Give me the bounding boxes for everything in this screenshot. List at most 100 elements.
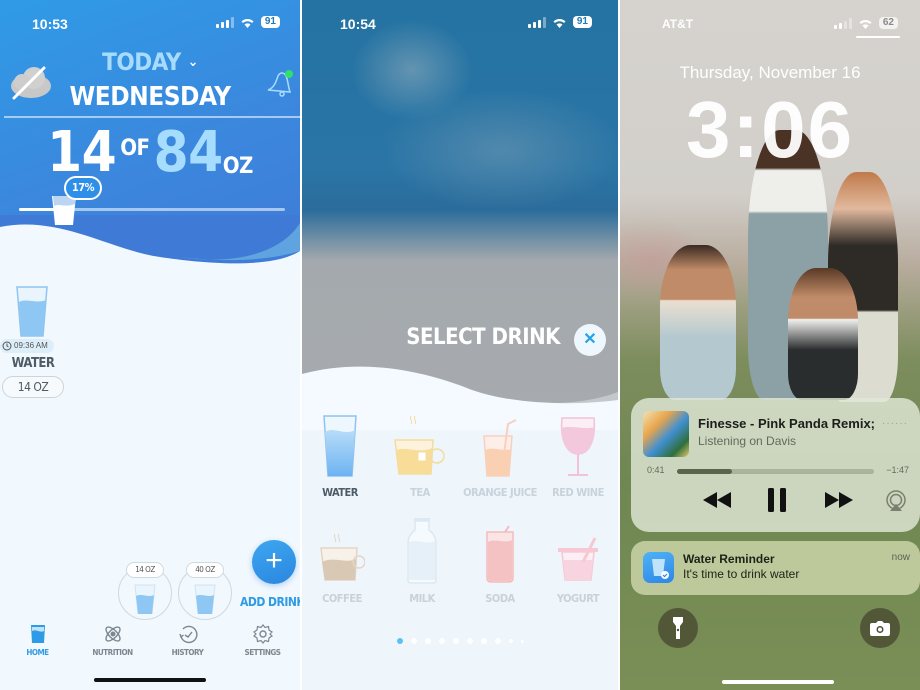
wifi-icon	[553, 18, 566, 28]
control-center-indicator[interactable]	[856, 36, 900, 38]
wifi-icon	[241, 18, 254, 28]
lock-time: 3:06	[685, 85, 855, 174]
unit-label: OZ	[222, 154, 254, 179]
milk-bottle-icon	[407, 518, 437, 584]
clock-icon	[2, 341, 12, 351]
page-dot[interactable]	[424, 638, 431, 644]
page-dot[interactable]	[494, 638, 501, 644]
flashlight-icon	[673, 617, 683, 639]
page-indicator[interactable]	[302, 638, 618, 644]
history-icon	[178, 625, 197, 644]
drink-label: COFFEE	[322, 592, 362, 605]
battery-indicator: 62	[878, 17, 898, 29]
weekday-title: WEDNESDAY	[69, 82, 231, 112]
glass-icon	[194, 584, 216, 614]
photo-figure	[660, 245, 736, 400]
drink-milk[interactable]: MILK	[382, 518, 462, 605]
add-drink-label[interactable]: ADD DRINK	[240, 595, 300, 609]
select-drink-screen: 10:54 91 SELECT DRINK ✕ WATER TEA ORANGE…	[302, 0, 618, 690]
quick-add-40oz[interactable]: 40 OZ	[178, 562, 232, 620]
log-time: 09:36 AM	[14, 341, 48, 350]
home-indicator[interactable]	[722, 680, 834, 684]
water-reminder-notification[interactable]: Water Reminder It's time to drink water …	[631, 541, 920, 595]
close-icon: ✕	[583, 331, 597, 348]
tab-bar: HOME NUTRITION HISTORY SETTINGS	[0, 624, 300, 664]
more-icon[interactable]: ······	[882, 418, 908, 429]
status-time: 10:54	[340, 16, 376, 32]
tab-nutrition[interactable]: NUTRITION	[75, 624, 150, 664]
camera-button[interactable]	[860, 608, 900, 648]
plus-icon: +	[265, 544, 283, 577]
album-art	[643, 411, 689, 457]
reminder-bell-icon[interactable]	[264, 68, 294, 98]
atom-icon	[104, 626, 121, 642]
photo-figure	[788, 268, 858, 400]
quick-add-14oz[interactable]: 14 OZ	[118, 562, 172, 620]
page-dot[interactable]	[466, 638, 473, 644]
close-button[interactable]: ✕	[574, 324, 606, 356]
notification-time: now	[891, 552, 910, 563]
drink-soda[interactable]: SODA	[460, 518, 540, 605]
water-glass-icon	[323, 415, 357, 477]
elapsed-time: 0:41	[647, 465, 665, 475]
page-dot[interactable]	[410, 638, 417, 644]
song-title: Finesse - Pink Panda Remix;	[698, 416, 876, 431]
tab-history[interactable]: HISTORY	[150, 624, 225, 664]
log-amount: 14 OZ	[2, 376, 64, 398]
select-drink-title: SELECT DRINK	[406, 325, 560, 350]
period-selector[interactable]: TODAY ⌄	[0, 48, 300, 76]
goal-amount: 84	[153, 120, 224, 185]
rewind-icon[interactable]	[703, 492, 733, 508]
playback-scrubber[interactable]	[677, 469, 874, 474]
flashlight-button[interactable]	[658, 608, 698, 648]
pause-icon[interactable]	[767, 488, 787, 512]
tea-cup-icon	[394, 415, 445, 475]
drink-coffee[interactable]: COFFEE	[302, 518, 382, 605]
status-bar: AT&T 62	[620, 0, 920, 46]
page-dot[interactable]	[452, 638, 459, 644]
chevron-down-icon: ⌄	[187, 54, 199, 70]
blurred-backdrop	[302, 0, 618, 420]
period-label: TODAY	[102, 48, 181, 76]
tab-label: HISTORY	[171, 648, 204, 657]
page-dot[interactable]	[480, 638, 487, 644]
drink-water[interactable]: WATER	[302, 414, 380, 499]
notification-dot	[285, 70, 293, 78]
soda-can-icon	[486, 525, 514, 583]
battery-indicator: 91	[260, 16, 280, 28]
add-drink-button[interactable]: +	[252, 540, 296, 584]
lock-screen: AT&T 62 Thursday, November 16 3:06 Fines…	[620, 0, 920, 690]
airplay-icon[interactable]	[885, 490, 907, 512]
of-label: OF	[120, 136, 150, 161]
drink-red-wine[interactable]: RED WINE	[538, 414, 618, 499]
drink-label: WATER	[322, 486, 358, 499]
page-dot[interactable]	[438, 638, 445, 644]
water-app-home-screen: 10:53 91 TODAY ⌄ WEDNESDAY 14OF84OZ 17%	[0, 0, 300, 690]
page-dot[interactable]	[396, 638, 403, 644]
header-divider	[4, 116, 300, 118]
camera-icon	[870, 621, 890, 636]
page-dot[interactable]	[520, 639, 524, 643]
notification-title: Water Reminder	[683, 552, 775, 566]
juice-glass-icon	[483, 419, 517, 477]
status-bar: 10:54 91	[302, 0, 618, 46]
glass-icon	[134, 584, 156, 614]
page-dot[interactable]	[508, 639, 513, 643]
cellular-signal-icon	[215, 16, 234, 28]
water-reminder-app-icon	[643, 552, 674, 583]
drink-tea[interactable]: TEA	[380, 414, 460, 499]
drink-yogurt[interactable]: YOGURT	[538, 518, 618, 605]
carrier-name: AT&T	[662, 17, 694, 31]
quick-add-label: 14 OZ	[126, 562, 164, 578]
drink-orange-juice[interactable]: ORANGE JUICE	[460, 414, 540, 499]
now-playing-widget[interactable]: Finesse - Pink Panda Remix; ······ Liste…	[631, 398, 920, 532]
remaining-time: −1:47	[886, 465, 909, 475]
header-wave	[0, 215, 300, 285]
drink-label: TEA	[410, 486, 430, 499]
fast-forward-icon[interactable]	[823, 492, 853, 508]
tab-settings[interactable]: SETTINGS	[225, 624, 300, 664]
intake-summary: 14 OF84OZ	[0, 120, 300, 185]
playback-device: Listening on Davis	[698, 434, 797, 448]
tab-home[interactable]: HOME	[0, 624, 75, 664]
home-indicator[interactable]	[94, 678, 206, 682]
